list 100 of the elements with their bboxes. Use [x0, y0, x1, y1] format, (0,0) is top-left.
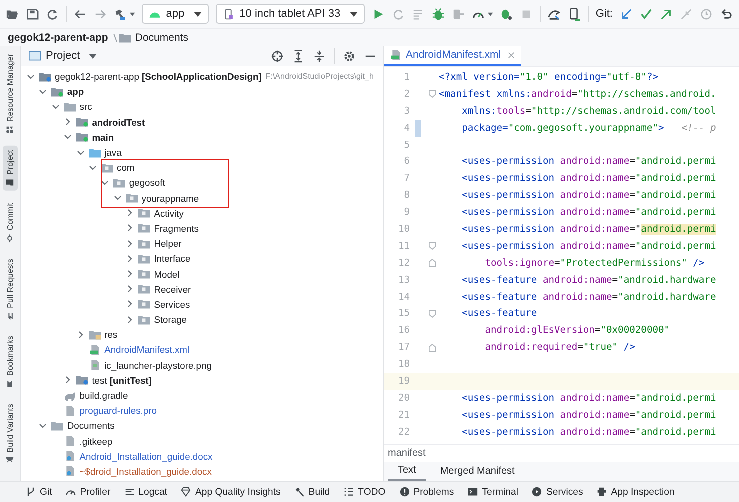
- tree-item[interactable]: test [unitTest]: [92, 374, 152, 386]
- device-dropdown[interactable]: 10 inch tablet API 33: [216, 4, 365, 24]
- breadcrumb-item[interactable]: Documents: [119, 32, 188, 44]
- tree-item[interactable]: Interface: [154, 253, 191, 264]
- project-view-dropdown[interactable]: Project: [29, 50, 98, 62]
- settings-icon[interactable]: [343, 50, 356, 62]
- fold-start-icon[interactable]: [428, 242, 436, 250]
- hammer-icon[interactable]: [114, 8, 127, 20]
- folder-icon: [6, 178, 14, 187]
- side-tab[interactable]: Bookmarks: [2, 332, 18, 392]
- chevron-down-icon[interactable]: [64, 133, 72, 142]
- sync-icon[interactable]: [46, 8, 59, 20]
- tree-item[interactable]: Storage: [154, 314, 188, 326]
- undo-icon[interactable]: [720, 8, 733, 20]
- xml-breadcrumb[interactable]: manifest: [388, 448, 426, 459]
- chevron-down-icon[interactable]: [39, 88, 48, 96]
- chevron-right-icon[interactable]: [126, 209, 134, 218]
- line-number: 3: [403, 106, 410, 117]
- run-configuration-dropdown[interactable]: app: [142, 4, 209, 24]
- fold-start-icon[interactable]: [428, 310, 436, 318]
- tree-item[interactable]: Documents: [67, 420, 115, 432]
- tool-window-button[interactable]: Logcat: [124, 486, 168, 498]
- bug-icon[interactable]: [432, 8, 445, 20]
- tool-window-button[interactable]: Git: [26, 486, 52, 498]
- tree-item[interactable]: .gitkeep: [80, 436, 113, 447]
- caret-icon[interactable]: [130, 12, 136, 16]
- chevron-down-icon[interactable]: [101, 178, 110, 187]
- chevron-right-icon[interactable]: [76, 330, 85, 339]
- side-tab[interactable]: Build Variants: [2, 400, 18, 469]
- side-tab[interactable]: Project: [2, 146, 18, 191]
- folder-icon: [76, 132, 88, 142]
- update-arrow-icon[interactable]: [620, 8, 633, 20]
- tool-window-button[interactable]: Problems: [400, 486, 454, 498]
- back-arrow-icon[interactable]: [74, 8, 87, 20]
- chevron-right-icon[interactable]: [126, 285, 134, 294]
- tool-window-button[interactable]: TODO: [344, 486, 386, 498]
- tree-item[interactable]: Services: [154, 298, 190, 310]
- tree-item[interactable]: Activity: [154, 208, 184, 219]
- breadcrumb-item[interactable]: gegok12-parent-app: [8, 32, 108, 44]
- editor-mode-tab[interactable]: Merged Manifest: [430, 462, 525, 481]
- save-icon[interactable]: [26, 8, 39, 20]
- tree-item[interactable]: Fragments: [154, 222, 199, 234]
- gradle-sync-icon[interactable]: [548, 8, 561, 20]
- push-arrow-icon[interactable]: [660, 8, 673, 20]
- tree-item[interactable]: java: [104, 147, 122, 158]
- tool-window-button[interactable]: App Quality Insights: [181, 486, 281, 498]
- tree-item[interactable]: main: [92, 132, 114, 143]
- tree-item[interactable]: res: [104, 329, 118, 340]
- expand-all-icon[interactable]: [292, 50, 305, 62]
- tree-item[interactable]: Model: [154, 268, 180, 280]
- tree-item[interactable]: gegosoft: [129, 177, 166, 188]
- close-icon[interactable]: [508, 52, 516, 58]
- tool-window-button[interactable]: App Inspection: [597, 486, 675, 498]
- chevron-down-icon[interactable]: [114, 194, 122, 202]
- chevron-right-icon[interactable]: [64, 376, 72, 384]
- tree-item[interactable]: gegok12-parent-app [SchoolApplicationDesign]: [55, 71, 262, 82]
- chevron-right-icon[interactable]: [126, 270, 134, 278]
- locate-target-icon[interactable]: [271, 50, 284, 62]
- chevron-right-icon[interactable]: [126, 300, 134, 308]
- tool-window-button[interactable]: Build: [294, 486, 330, 498]
- commit-check-icon[interactable]: [640, 8, 653, 20]
- code-line: android:required="true" />: [484, 342, 636, 354]
- tree-item[interactable]: app: [67, 86, 84, 98]
- tree-item[interactable]: androidTest: [92, 116, 146, 128]
- chevron-right-icon[interactable]: [126, 240, 134, 248]
- tree-item[interactable]: Android_Installation_guide.docx: [80, 450, 213, 462]
- chevron-right-icon[interactable]: [126, 316, 134, 324]
- tree-item[interactable]: Helper: [154, 238, 182, 250]
- chevron-down-icon[interactable]: [39, 422, 48, 430]
- chevron-right-icon[interactable]: [64, 118, 72, 126]
- collapse-all-icon[interactable]: [313, 50, 326, 62]
- device-manager-icon[interactable]: [568, 8, 581, 20]
- bug-attach-icon[interactable]: [500, 8, 513, 20]
- tool-window-button[interactable]: Profiler: [66, 486, 111, 498]
- chevron-right-icon[interactable]: [126, 224, 134, 232]
- tree-item[interactable]: ic_launcher-playstore.png: [104, 360, 212, 371]
- side-tab[interactable]: Pull Requests: [2, 254, 18, 324]
- editor-tab[interactable]: AndroidManifest.xml: [384, 46, 522, 66]
- tree-item[interactable]: ~$droid_Installation_guide.docx: [80, 466, 212, 477]
- chevron-down-icon[interactable]: [27, 72, 35, 81]
- tree-item[interactable]: yourappname: [142, 192, 200, 204]
- side-tab[interactable]: Commit: [2, 198, 18, 247]
- package-icon: [138, 299, 150, 310]
- code-line: <uses-permission android:name="android.permi: [461, 240, 716, 252]
- side-tab[interactable]: Resource Manager: [2, 50, 18, 138]
- caret-icon[interactable]: [488, 12, 493, 16]
- tree-item[interactable]: build.gradle: [80, 390, 128, 402]
- tree-item[interactable]: proguard-rules.pro: [80, 405, 157, 416]
- chevron-down-icon[interactable]: [52, 102, 60, 111]
- tree-item[interactable]: AndroidManifest.xml: [104, 344, 190, 356]
- tree-item[interactable]: com: [117, 162, 135, 174]
- chevron-down-icon[interactable]: [76, 148, 85, 157]
- chevron-down-icon[interactable]: [89, 164, 97, 172]
- tool-window-button[interactable]: Terminal: [468, 486, 518, 498]
- chevron-right-icon[interactable]: [126, 254, 134, 263]
- tree-item[interactable]: Receiver: [154, 284, 192, 295]
- tool-window-button[interactable]: Services: [532, 486, 584, 498]
- fold-start-icon[interactable]: [428, 90, 436, 98]
- tree-item[interactable]: src: [80, 101, 92, 112]
- line-number: 13: [397, 274, 410, 286]
